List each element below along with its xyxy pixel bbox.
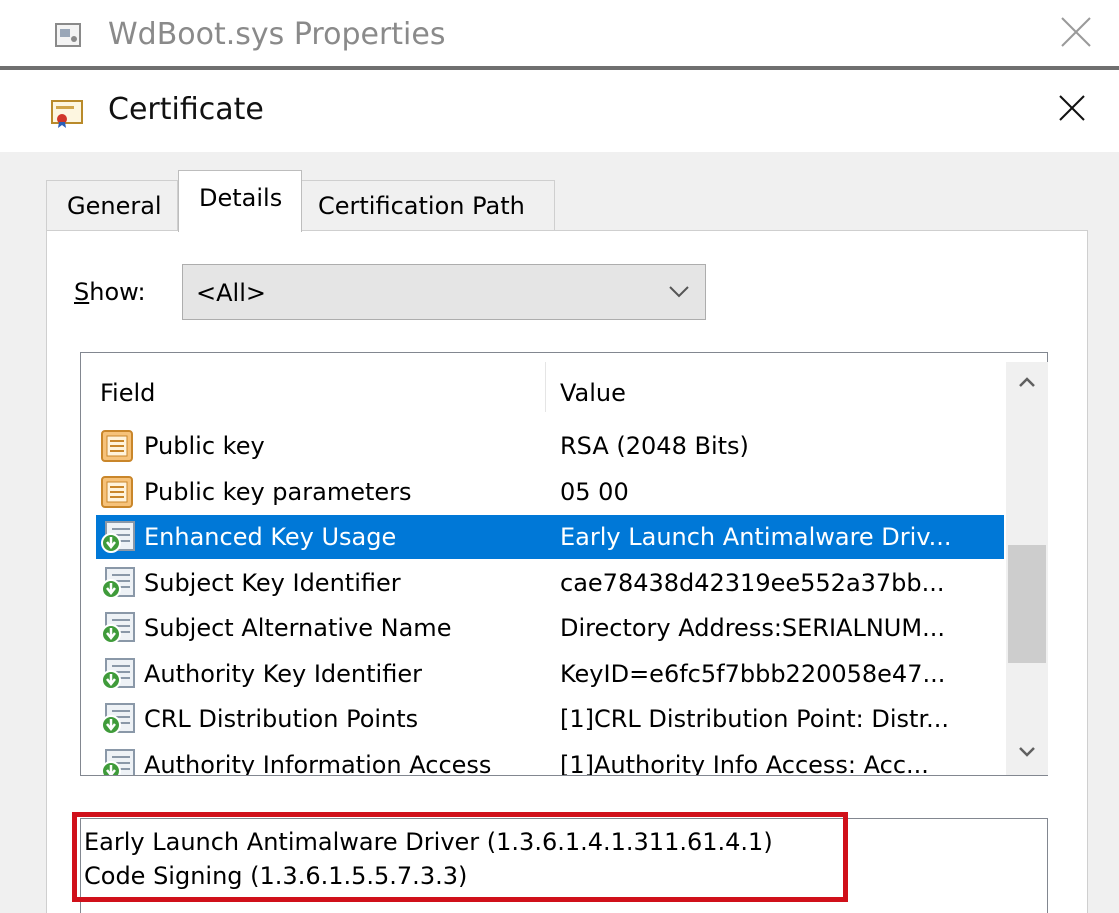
scroll-up-icon[interactable] [1006, 362, 1048, 402]
row-field: Public key [144, 432, 265, 460]
parent-window-title: WdBoot.sys Properties [108, 17, 446, 52]
tab-details[interactable]: Details [178, 170, 302, 232]
row-field: Subject Key Identifier [144, 568, 401, 597]
column-separator[interactable] [545, 362, 546, 412]
scroll-down-icon[interactable] [1006, 732, 1048, 772]
file-properties-icon [54, 22, 84, 50]
certificate-extension-icon [100, 657, 136, 691]
certificate-extension-icon [100, 520, 136, 554]
row-value: [1]CRL Distribution Point: Distr... [560, 705, 949, 733]
list-row[interactable]: Public key RSA (2048 Bits) [96, 424, 1004, 468]
show-label-text: how: [89, 278, 146, 306]
list-row-selected[interactable]: Enhanced Key Usage Early Launch Antimalwa… [96, 515, 1004, 559]
certificate-field-icon [100, 475, 136, 509]
list-row[interactable]: Public key parameters 05 00 [96, 470, 1004, 514]
list-row[interactable]: Subject Key Identifier cae78438d42319ee55… [96, 561, 1004, 605]
list-row[interactable]: CRL Distribution Points [1]CRL Distributi… [96, 697, 1004, 741]
show-label-accelerator: S [74, 278, 90, 306]
scrollbar-thumb[interactable] [1008, 545, 1046, 663]
tab-general[interactable]: General [46, 180, 178, 231]
highlight-annotation-box [72, 812, 848, 902]
row-value: KeyID=e6fc5f7bbb220058e47... [560, 659, 946, 688]
certificate-extension-icon [100, 566, 136, 600]
chevron-down-icon[interactable] [666, 284, 692, 300]
row-field: CRL Distribution Points [144, 705, 419, 733]
tab-label: Details [199, 184, 283, 212]
certificate-extension-icon [100, 702, 136, 736]
row-value: cae78438d42319ee552a37bb... [560, 568, 945, 597]
certificate-icon [50, 97, 86, 129]
list-row[interactable]: Subject Alternative Name Directory Addres… [96, 606, 1004, 650]
row-field: Authority Key Identifier [144, 659, 422, 688]
row-field: Subject Alternative Name [144, 614, 452, 642]
parent-close-icon[interactable] [1056, 12, 1096, 52]
row-field: Enhanced Key Usage [144, 523, 397, 551]
tab-certification-path[interactable]: Certification Path [301, 180, 555, 231]
show-dropdown-value: <All> [196, 279, 266, 307]
show-label: Show: [74, 277, 146, 307]
column-header-value[interactable]: Value [560, 378, 626, 408]
list-row[interactable]: Authority Key Identifier KeyID=e6fc5f7bbb… [96, 652, 1004, 696]
row-field: Public key parameters [144, 477, 412, 506]
certificate-extension-icon [100, 611, 136, 645]
row-value: RSA (2048 Bits) [560, 432, 749, 460]
row-value: Directory Address:SERIALNUM... [560, 614, 945, 642]
certificate-field-icon [100, 429, 136, 463]
tab-label: General [67, 192, 162, 220]
row-value: Early Launch Antimalware Driv... [560, 523, 952, 551]
dialog-title: Certificate [108, 92, 264, 127]
row-value: 05 00 [560, 477, 629, 506]
tab-label: Certification Path [318, 192, 525, 220]
column-header-field[interactable]: Field [100, 378, 155, 408]
close-icon[interactable] [1052, 88, 1092, 128]
